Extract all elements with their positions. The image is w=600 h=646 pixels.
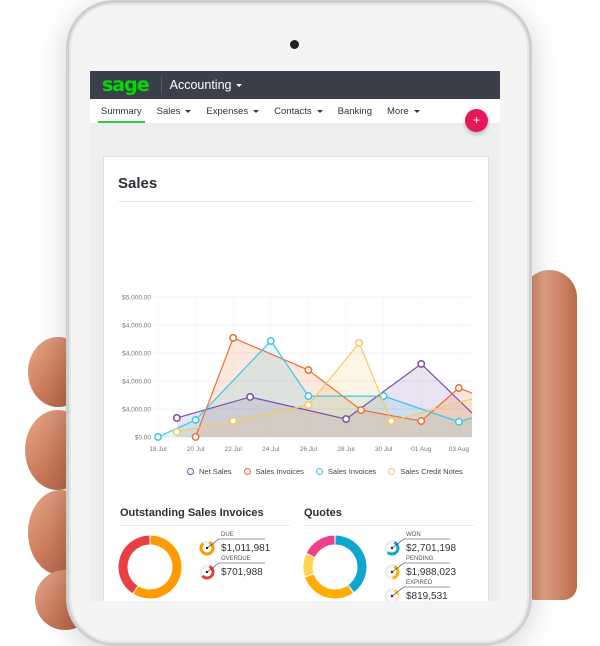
donut-segment[interactable] (335, 535, 367, 593)
divider (160, 77, 162, 93)
tab-summary[interactable]: Summary (98, 106, 145, 123)
donut-segment[interactable] (306, 535, 335, 558)
donut-segment[interactable] (118, 535, 150, 594)
tab-contacts[interactable]: Contacts (271, 106, 326, 123)
app-screen: sage Accounting Summary Sales Expenses Cont… (90, 71, 500, 601)
module-switcher[interactable]: Accounting (170, 78, 243, 92)
stat-value: $701,988 (221, 567, 263, 578)
tab-banking[interactable]: Banking (335, 106, 375, 123)
stat-label: EXPIRED (406, 580, 433, 586)
add-button[interactable]: + (465, 109, 488, 132)
stat-label: WON (406, 532, 421, 538)
tab-label: Contacts (274, 106, 312, 117)
tab-more[interactable]: More (384, 106, 423, 123)
donut-segment[interactable] (303, 554, 315, 577)
donut-charts: DUE $1,011,981 OVERDUE $701,988 WON $2,701,19… (118, 532, 456, 601)
stat-value: $819,531 (406, 591, 448, 601)
stat-label: DUE (221, 532, 234, 538)
module-label: Accounting (169, 78, 232, 92)
tab-label: Sales (156, 106, 181, 117)
main-nav: Summary Sales Expenses Contacts Banking More (90, 99, 500, 123)
tab-expenses[interactable]: Expenses (203, 106, 262, 123)
tab-sales[interactable]: Sales (154, 106, 195, 123)
stat-label: PENDING (406, 556, 434, 562)
sage-logo[interactable]: sage (102, 74, 150, 96)
stat-value: $1,988,023 (406, 567, 456, 578)
tab-label: More (387, 106, 409, 117)
stat-value: $1,011,981 (221, 543, 271, 554)
dashboard-card: Sales $0.00 $4,000.00 $4,000.00 $4,000.00 $4… (103, 156, 489, 601)
chevron-down-icon (253, 109, 260, 113)
chevron-down-icon (413, 109, 420, 113)
top-bar: sage Accounting (90, 71, 500, 99)
tab-label: Banking (337, 106, 372, 117)
donut-segment[interactable] (305, 574, 353, 599)
donut-segment[interactable] (133, 535, 182, 599)
stat-value: $2,701,198 (406, 543, 456, 554)
tab-label: Expenses (206, 106, 249, 117)
chevron-down-icon (236, 84, 243, 88)
chevron-down-icon (316, 109, 323, 113)
stat-label: OVERDUE (221, 556, 251, 562)
camera-icon (290, 40, 299, 49)
tab-label: Summary (101, 106, 142, 117)
chevron-down-icon (185, 109, 192, 113)
